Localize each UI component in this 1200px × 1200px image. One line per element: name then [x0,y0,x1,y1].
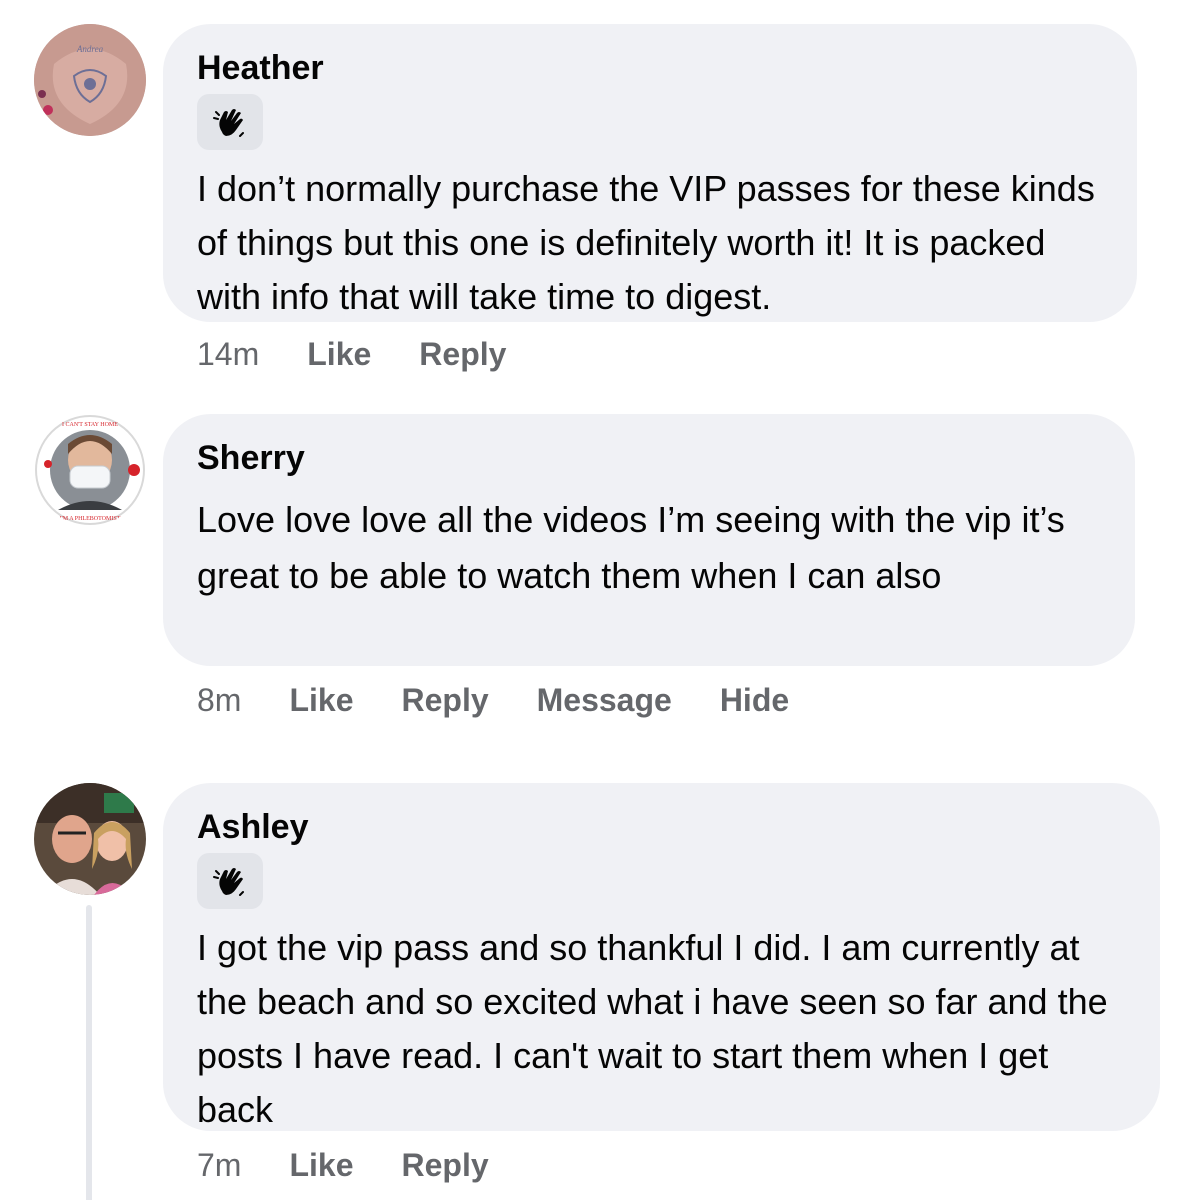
like-button[interactable]: Like [289,682,353,719]
like-button[interactable]: Like [307,336,371,373]
svg-text:I CAN'T STAY HOME: I CAN'T STAY HOME [62,422,118,428]
avatar[interactable] [34,783,146,895]
comment-author[interactable]: Ashley [197,807,1126,847]
comment-text: I got the vip pass and so thankful I did… [197,927,1108,1130]
svg-text:I'M A PHLEBOTOMIST: I'M A PHLEBOTOMIST [60,516,121,522]
hide-button[interactable]: Hide [720,682,789,719]
comment-actions: 14m Like Reply [197,336,554,373]
comment-actions: 7m Like Reply [197,1147,537,1184]
comment-time[interactable]: 14m [197,336,259,373]
waving-hand-icon [213,868,244,896]
couple-avatar-image [34,783,146,895]
comment-time[interactable]: 7m [197,1147,241,1184]
comment-bubble: Ashley I got the vip pass and so thankfu… [163,783,1160,1131]
avatar[interactable]: I CAN'T STAY HOME I'M A PHLEBOTOMIST [34,414,146,526]
comment-text: Love love love all the videos I’m seeing… [197,499,1065,596]
phlebotomist-avatar-image: I CAN'T STAY HOME I'M A PHLEBOTOMIST [34,414,146,526]
comments-feed: Andrea Heather I don’t normally purchase… [0,0,1200,1200]
waving-hand-icon [213,109,244,137]
top-fan-badge[interactable] [197,94,263,150]
top-fan-badge[interactable] [197,853,263,909]
svg-text:Andrea: Andrea [76,44,104,54]
reply-button[interactable]: Reply [401,682,488,719]
tattoo-avatar-image: Andrea [34,24,146,136]
reply-thread-line [86,905,92,1200]
comment-author[interactable]: Heather [197,48,1103,88]
comment-bubble: Heather I don’t normally purchase the VI… [163,24,1137,322]
avatar[interactable]: Andrea [34,24,146,136]
like-button[interactable]: Like [289,1147,353,1184]
comment-actions: 8m Like Reply Message Hide [197,682,837,719]
message-button[interactable]: Message [537,682,672,719]
comment-author[interactable]: Sherry [197,438,1101,478]
reply-button[interactable]: Reply [419,336,506,373]
comment-text: I don’t normally purchase the VIP passes… [197,168,1095,317]
comment-time[interactable]: 8m [197,682,241,719]
reply-button[interactable]: Reply [401,1147,488,1184]
comment-bubble: Sherry Love love love all the videos I’m… [163,414,1135,666]
